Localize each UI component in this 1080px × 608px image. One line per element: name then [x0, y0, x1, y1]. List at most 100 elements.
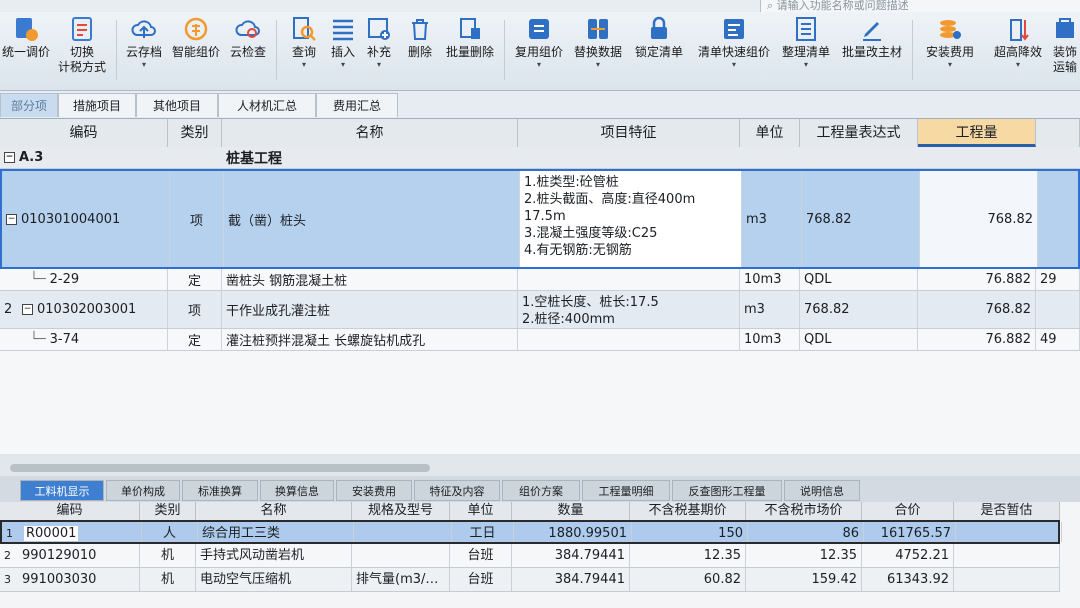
table-row[interactable]: 2−010302003001 项 干作业成孔灌注桩 1.空桩长度、桩长:17.5… — [0, 291, 1080, 329]
row-quantity[interactable]: 384.79441 — [512, 544, 630, 567]
row-total: 161765.57 — [864, 522, 956, 542]
tab-labor-material-summary[interactable]: 人材机汇总 — [218, 93, 316, 117]
row-quantity[interactable]: 1880.99501 — [514, 522, 632, 542]
row-provisional[interactable] — [954, 568, 1060, 591]
row-unit: m3 — [742, 171, 802, 267]
height-efficiency-button[interactable]: 超高降效 ▾ — [988, 16, 1048, 70]
section-row[interactable]: − A.3 桩基工程 — [0, 147, 1080, 169]
row-market-price[interactable]: 86 — [748, 522, 864, 542]
supplement-button[interactable]: 补充 ▾ — [362, 16, 396, 70]
row-quantity[interactable]: 76.882 — [918, 329, 1036, 350]
row-name[interactable]: 手持式风动凿岩机 — [196, 544, 352, 567]
col-header-provisional[interactable]: 是否暂估 — [954, 502, 1060, 520]
organize-list-button[interactable]: 整理清单 ▾ — [778, 16, 834, 70]
table-row[interactable]: −010301004001 项 截（凿）桩头 1.桩类型:砼管桩 2.桩头截面、… — [0, 169, 1080, 269]
decoration-transport-button[interactable]: 装饰 运输 — [1050, 16, 1080, 75]
tab-standard-conversion[interactable]: 标准换算 — [182, 480, 258, 501]
row-features[interactable]: 1.空桩长度、桩长:17.5 2.桩径:400mm — [518, 291, 740, 328]
batch-edit-material-button[interactable]: 批量改主材 — [836, 16, 908, 60]
col-header-quantity[interactable]: 工程量 — [918, 119, 1036, 147]
delete-button[interactable]: 删除 — [402, 16, 438, 60]
tab-fee-summary[interactable]: 费用汇总 — [316, 93, 398, 117]
horizontal-scrollbar-thumb[interactable] — [10, 464, 430, 472]
table-row[interactable]: 3 991003030 机 电动空气压缩机 排气量(m3/… 台班 384.794… — [0, 568, 1060, 592]
col-header-name[interactable]: 名称 — [196, 502, 352, 520]
row-features[interactable]: 1.桩类型:砼管桩 2.桩头截面、高度:直径400m 17.5m 3.混凝土强度… — [520, 171, 742, 267]
row-market-price[interactable]: 12.35 — [746, 544, 862, 567]
search-input[interactable]: ⌕ 请输入功能名称或问题描述 — [760, 0, 1080, 12]
row-expression[interactable]: QDL — [800, 269, 918, 290]
tab-quantity-detail[interactable]: 工程量明细 — [582, 480, 670, 501]
tab-reverse-lookup[interactable]: 反查图形工程量 — [672, 480, 782, 501]
col-header-total[interactable]: 合价 — [862, 502, 954, 520]
col-header-expression[interactable]: 工程量表达式 — [800, 119, 918, 147]
replace-data-button[interactable]: 替换数据 ▾ — [570, 16, 626, 70]
row-expression[interactable]: 768.82 — [800, 291, 918, 328]
smart-price-button[interactable]: 智能组价 — [168, 16, 224, 60]
row-name[interactable]: 凿桩头 钢筋混凝土桩 — [222, 269, 518, 290]
row-name[interactable]: 截（凿）桩头 — [224, 171, 520, 267]
row-name[interactable]: 综合用工三类 — [198, 522, 354, 542]
tab-labor-material-display[interactable]: 工料机显示 — [20, 480, 104, 501]
batch-delete-button[interactable]: 批量删除 — [442, 16, 498, 60]
quick-price-button[interactable]: 清单快速组价 ▾ — [692, 16, 776, 70]
row-name[interactable]: 电动空气压缩机 — [196, 568, 352, 591]
row-spec[interactable]: 排气量(m3/… — [352, 568, 450, 591]
tab-conversion-info[interactable]: 换算信息 — [260, 480, 334, 501]
row-expression[interactable]: QDL — [800, 329, 918, 350]
row-name[interactable]: 干作业成孔灌注桩 — [222, 291, 518, 328]
row-features[interactable] — [518, 329, 740, 350]
row-quantity[interactable]: 768.82 — [918, 291, 1036, 328]
tab-sub-items[interactable]: 部分项 — [0, 93, 58, 117]
col-header-type[interactable]: 类别 — [168, 119, 222, 147]
col-header-unit[interactable]: 单位 — [740, 119, 800, 147]
row-spec[interactable] — [352, 544, 450, 567]
col-header-name[interactable]: 名称 — [222, 119, 518, 147]
row-features[interactable] — [518, 269, 740, 290]
tab-description[interactable]: 说明信息 — [784, 480, 860, 501]
tab-other-items[interactable]: 其他项目 — [136, 93, 218, 117]
table-row[interactable]: 1 R00001 人 综合用工三类 工日 1880.99501 150 86 16… — [0, 520, 1062, 544]
col-header-code[interactable]: 编码 — [0, 502, 140, 520]
row-expression[interactable]: 768.82 — [802, 171, 920, 267]
batch-delete-icon — [460, 18, 480, 39]
row-quantity[interactable]: 76.882 — [918, 269, 1036, 290]
row-quantity[interactable]: 384.79441 — [512, 568, 630, 591]
insert-button[interactable]: 插入 ▾ — [326, 16, 360, 70]
table-row[interactable]: └─ 2-29 定 凿桩头 钢筋混凝土桩 10m3 QDL 76.882 29 — [0, 269, 1080, 291]
adjust-price-button[interactable]: 统一调价 — [0, 16, 52, 60]
col-header-spec[interactable]: 规格及型号 — [352, 502, 450, 520]
row-name[interactable]: 灌注桩预拌混凝土 长螺旋钻机成孔 — [222, 329, 518, 350]
row-number: 1 — [6, 527, 13, 540]
tab-measure-items[interactable]: 措施项目 — [58, 93, 136, 117]
row-provisional[interactable] — [954, 544, 1060, 567]
install-fee-button[interactable]: 安装费用 ▾ — [920, 16, 980, 70]
cloud-save-button[interactable]: 云存档 ▾ — [122, 16, 166, 70]
col-header-type[interactable]: 类别 — [140, 502, 196, 520]
query-button[interactable]: 查询 ▾ — [284, 16, 324, 70]
tab-features-content[interactable]: 特征及内容 — [414, 480, 500, 501]
tab-install-fee[interactable]: 安装费用 — [336, 480, 412, 501]
collapse-icon[interactable]: − — [4, 152, 15, 163]
tab-price-scheme[interactable]: 组价方案 — [502, 480, 580, 501]
col-header-quantity[interactable]: 数量 — [512, 502, 630, 520]
lock-list-button[interactable]: 锁定清单 — [630, 16, 688, 60]
row-spec[interactable] — [354, 522, 452, 542]
row-total: 61343.92 — [862, 568, 954, 591]
row-market-price[interactable]: 159.42 — [746, 568, 862, 591]
tab-unit-price[interactable]: 单价构成 — [106, 480, 180, 501]
row-quantity[interactable]: 768.82 — [920, 171, 1038, 267]
table-row[interactable]: 2 990129010 机 手持式风动凿岩机 台班 384.79441 12.35… — [0, 544, 1060, 568]
col-header-base-price[interactable]: 不含税基期价 — [630, 502, 746, 520]
table-row[interactable]: └─ 3-74 定 灌注桩预拌混凝土 长螺旋钻机成孔 10m3 QDL 76.88… — [0, 329, 1080, 351]
col-header-features[interactable]: 项目特征 — [518, 119, 740, 147]
col-header-market-price[interactable]: 不含税市场价 — [746, 502, 862, 520]
col-header-unit[interactable]: 单位 — [450, 502, 512, 520]
cloud-check-button[interactable]: 云检查 — [226, 16, 270, 60]
switch-tax-button[interactable]: 切换 计税方式 — [54, 16, 110, 75]
collapse-icon[interactable]: − — [22, 304, 33, 315]
row-provisional[interactable] — [956, 522, 1062, 542]
col-header-code[interactable]: 编码 — [0, 119, 168, 147]
collapse-icon[interactable]: − — [6, 213, 17, 225]
reuse-price-button[interactable]: 复用组价 ▾ — [510, 16, 568, 70]
